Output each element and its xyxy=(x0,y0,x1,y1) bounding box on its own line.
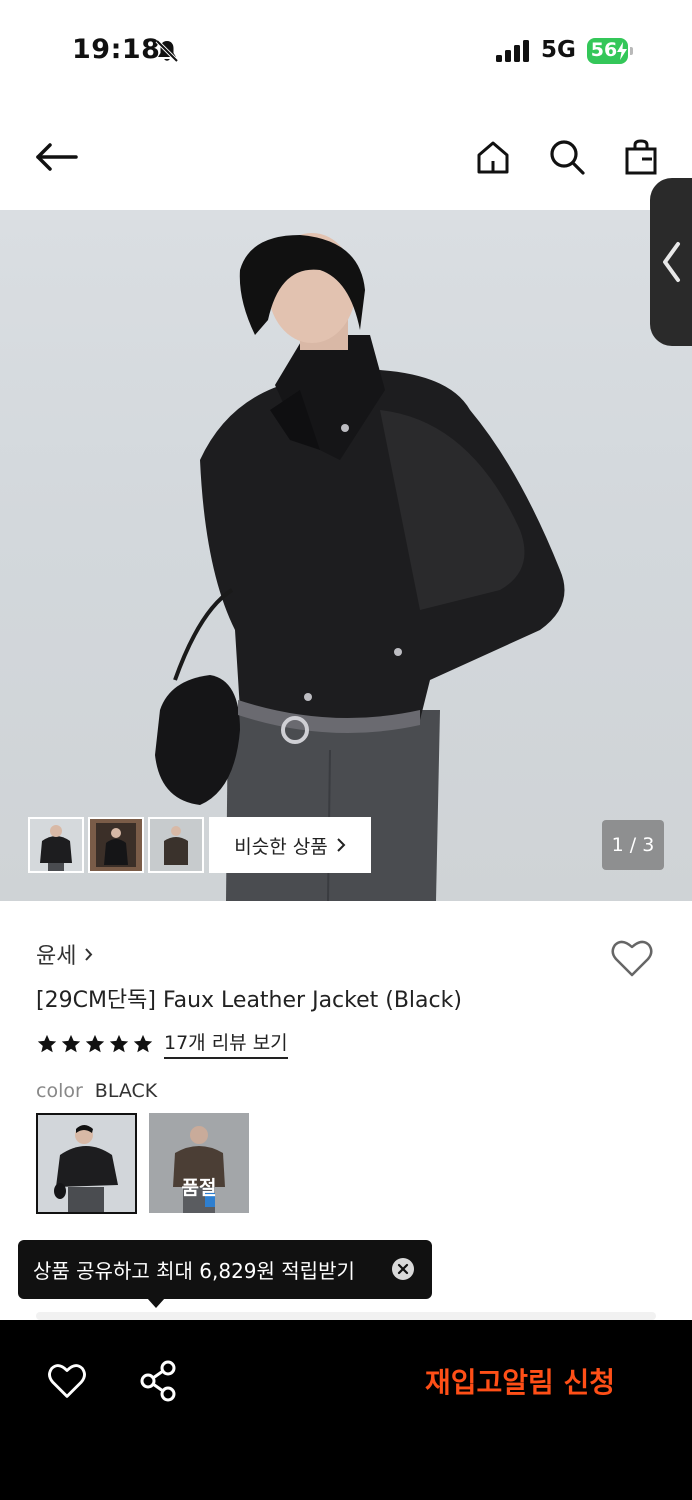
battery-charging-icon: 56 xyxy=(587,38,633,64)
swatch-brown-soldout[interactable]: 품절 xyxy=(149,1113,249,1213)
brand-link[interactable]: 윤세 xyxy=(36,938,93,970)
thumbnail-strip xyxy=(28,817,204,873)
similar-products-label: 비슷한 상품 xyxy=(234,835,328,858)
color-value: BLACK xyxy=(94,1080,158,1102)
star-icon xyxy=(37,1034,57,1052)
wishlist-button[interactable] xyxy=(608,934,656,982)
cart-button[interactable] xyxy=(616,132,666,182)
color-label: color xyxy=(36,1080,83,1102)
heart-icon xyxy=(48,1364,86,1398)
section-divider xyxy=(36,1312,656,1320)
home-button[interactable] xyxy=(468,132,518,182)
share-icon xyxy=(140,1360,176,1402)
top-nav xyxy=(0,100,692,210)
star-icon xyxy=(61,1034,81,1052)
swatch-black[interactable] xyxy=(36,1113,137,1214)
arrow-left-icon xyxy=(36,143,78,171)
star-rating xyxy=(36,1033,154,1055)
rating-row: 17개 리뷰 보기 xyxy=(36,1028,288,1059)
brand-name: 윤세 xyxy=(36,944,77,969)
star-icon xyxy=(133,1034,153,1052)
chevron-right-icon xyxy=(85,947,93,961)
chevron-right-icon xyxy=(337,838,346,852)
star-icon xyxy=(109,1034,129,1052)
side-drawer-tab[interactable] xyxy=(650,178,692,346)
search-icon xyxy=(550,140,585,175)
network-label: 5G xyxy=(541,37,576,63)
color-swatches: 품절 xyxy=(36,1113,249,1214)
product-photo xyxy=(155,233,565,901)
bottom-action-bar: 재입고알림 신청 xyxy=(0,1320,692,1500)
similar-products-button[interactable]: 비슷한 상품 xyxy=(209,817,371,873)
tooltip-text: 상품 공유하고 최대 6,829원 적립받기 xyxy=(33,1259,355,1283)
product-title: [29CM단독] Faux Leather Jacket (Black) xyxy=(36,988,462,1013)
status-time: 19:18 xyxy=(72,34,161,65)
thumbnail-3[interactable] xyxy=(148,817,204,873)
bell-slash-icon xyxy=(155,39,179,63)
restock-alert-button[interactable]: 재입고알림 신청 xyxy=(400,1358,640,1404)
tooltip-close-button[interactable] xyxy=(392,1258,414,1280)
heart-icon xyxy=(611,940,653,977)
share-reward-tooltip: 상품 공유하고 최대 6,829원 적립받기 xyxy=(18,1240,432,1299)
signal-icon xyxy=(496,40,529,62)
search-button[interactable] xyxy=(542,132,592,182)
back-button[interactable] xyxy=(31,132,81,182)
status-bar: 19:18 5G 56 xyxy=(0,0,692,100)
thumbnail-1[interactable] xyxy=(28,817,84,873)
chevron-left-icon xyxy=(663,242,680,282)
product-image-gallery[interactable]: 비슷한 상품 1 / 3 xyxy=(0,210,692,901)
shopping-bag-icon xyxy=(625,139,657,175)
reviews-link[interactable]: 17개 리뷰 보기 xyxy=(164,1028,288,1059)
close-icon xyxy=(397,1263,409,1275)
bottom-wishlist-button[interactable] xyxy=(44,1358,90,1404)
tooltip-arrow xyxy=(147,1298,165,1308)
star-icon xyxy=(85,1034,105,1052)
color-row: color BLACK xyxy=(36,1080,157,1102)
soldout-label: 품절 xyxy=(181,1177,217,1199)
thumbnail-2[interactable] xyxy=(88,817,144,873)
home-icon xyxy=(477,141,509,174)
page-counter: 1 / 3 xyxy=(602,820,664,870)
share-button[interactable] xyxy=(136,1358,182,1404)
